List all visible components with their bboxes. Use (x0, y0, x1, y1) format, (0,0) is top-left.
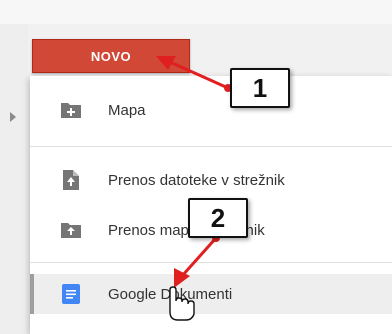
new-button-label: NOVO (90, 48, 132, 64)
menu-item-google-docs[interactable]: Google Dokumenti (30, 274, 392, 314)
menu-divider (30, 262, 392, 263)
callout-2: 2 (188, 198, 248, 238)
expand-arrow-icon[interactable] (10, 112, 16, 122)
file-upload-icon (60, 169, 82, 191)
callout-1: 1 (230, 68, 290, 108)
folder-plus-icon (60, 99, 82, 121)
left-sidebar-strip (0, 24, 28, 334)
google-docs-icon (60, 283, 82, 305)
menu-item-file-upload[interactable]: Prenos datoteke v strežnik (30, 160, 392, 200)
folder-upload-icon (60, 219, 82, 241)
menu-item-label: Mapa (108, 101, 146, 119)
new-button[interactable]: NOVO (32, 39, 190, 73)
hover-indicator (30, 274, 34, 314)
callout-number: 1 (252, 72, 268, 103)
menu-item-label: Prenos datoteke v strežnik (108, 171, 285, 189)
callout-number: 2 (210, 202, 226, 233)
menu-item-folder[interactable]: Mapa (30, 90, 392, 130)
menu-divider (30, 146, 392, 147)
menu-item-label: Google Dokumenti (108, 285, 233, 303)
top-bar (0, 0, 392, 24)
